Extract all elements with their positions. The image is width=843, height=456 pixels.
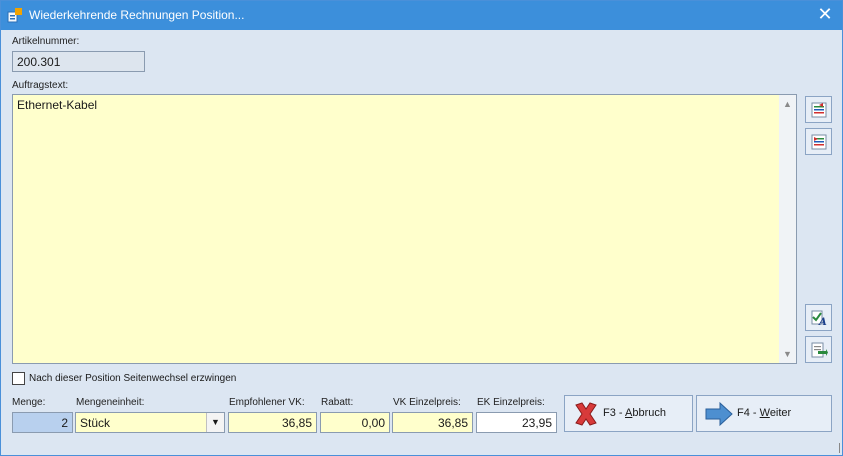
recommended-price-value: 36,85 — [281, 416, 312, 430]
text-remove-icon — [811, 134, 827, 150]
export-button[interactable] — [805, 336, 832, 363]
next-button-label: F4 - Weiter — [737, 407, 792, 419]
remove-text-button[interactable] — [805, 128, 832, 155]
discount-value: 0,00 — [361, 416, 385, 430]
recommended-price-label: Empfohlener VK: — [229, 397, 305, 408]
sale-price-label: VK Einzelpreis: — [393, 397, 461, 408]
recommended-price-field[interactable]: 36,85 — [228, 412, 317, 433]
resize-grip[interactable] — [836, 443, 840, 453]
purchase-price-value: 23,95 — [521, 416, 552, 430]
cancel-button[interactable]: F3 - Abbruch — [564, 395, 693, 432]
spellcheck-icon: A — [811, 310, 827, 327]
quantity-label: Menge: — [12, 397, 46, 408]
scroll-down-icon[interactable]: ▼ — [782, 349, 793, 359]
article-number-label: Artikelnummer: — [12, 36, 80, 47]
title-bar[interactable]: Wiederkehrende Rechnungen Position... ✕ — [1, 1, 842, 30]
quantity-field[interactable]: 2 — [12, 412, 73, 433]
right-arrow-icon — [705, 401, 733, 427]
sale-price-field[interactable]: 36,85 — [392, 412, 473, 433]
close-button[interactable]: ✕ — [808, 1, 842, 30]
discount-label: Rabatt: — [321, 397, 354, 408]
svg-text:A: A — [818, 317, 827, 327]
insert-text-button[interactable] — [805, 96, 832, 123]
unit-dropdown[interactable]: Stück ▼ — [75, 412, 225, 433]
purchase-price-field[interactable]: 23,95 — [476, 412, 557, 433]
dialog-window: Wiederkehrende Rechnungen Position... ✕ … — [0, 0, 843, 456]
article-number-value: 200.301 — [17, 55, 61, 69]
page-break-checkbox[interactable] — [12, 372, 25, 385]
quantity-value: 2 — [61, 416, 68, 430]
cancel-button-label: F3 - Abbruch — [603, 407, 666, 419]
sale-price-value: 36,85 — [437, 416, 468, 430]
chevron-down-icon[interactable]: ▼ — [206, 413, 224, 432]
purchase-price-label: EK Einzelpreis: — [477, 397, 545, 408]
red-x-icon — [575, 402, 597, 426]
export-icon — [811, 342, 828, 358]
order-text-value: Ethernet-Kabel — [17, 98, 98, 112]
page-break-label: Nach dieser Position Seitenwechsel erzwi… — [29, 373, 237, 384]
unit-label: Mengeneinheit: — [76, 397, 145, 408]
order-text-scrollbar[interactable]: ▲ ▼ — [779, 95, 796, 363]
order-text-label: Auftragstext: — [12, 80, 69, 91]
article-number-field[interactable]: 200.301 — [12, 51, 145, 72]
order-text-area[interactable]: Ethernet-Kabel ▲ ▼ — [12, 94, 797, 364]
spellcheck-button[interactable]: A — [805, 304, 832, 331]
unit-value: Stück — [80, 416, 111, 430]
discount-field[interactable]: 0,00 — [320, 412, 390, 433]
next-button[interactable]: F4 - Weiter — [696, 395, 832, 432]
app-icon — [7, 7, 23, 23]
scroll-up-icon[interactable]: ▲ — [782, 99, 793, 109]
window-title: Wiederkehrende Rechnungen Position... — [29, 8, 245, 22]
text-insert-icon — [811, 102, 827, 118]
